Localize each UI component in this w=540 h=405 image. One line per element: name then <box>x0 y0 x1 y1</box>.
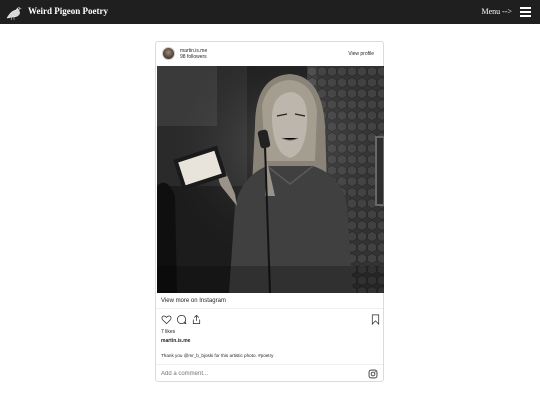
instagram-icon[interactable] <box>368 369 378 379</box>
site-title[interactable]: Weird Pigeon Poetry <box>28 6 108 16</box>
post-photo[interactable] <box>157 66 384 293</box>
view-profile-button[interactable]: View profile <box>348 51 374 57</box>
view-more-link[interactable]: View more on Instagram <box>161 298 226 304</box>
divider <box>156 364 383 365</box>
menu-label[interactable]: Menu --> <box>481 7 512 16</box>
hamburger-line <box>520 7 531 9</box>
share-icon[interactable] <box>191 314 202 325</box>
caption-text: Thank you @mr_b_bjoski for this artistic… <box>161 353 274 358</box>
comment-icon[interactable] <box>176 314 187 325</box>
divider <box>156 308 383 309</box>
follower-count: 98 followers <box>180 54 207 60</box>
hamburger-line <box>520 15 531 17</box>
comment-input[interactable] <box>161 370 311 379</box>
hamburger-line <box>520 11 531 13</box>
instagram-embed-card: martin.is.me 98 followers View profile V… <box>155 41 384 382</box>
caption-username[interactable]: martin.is.me <box>161 338 190 344</box>
avatar[interactable] <box>162 47 175 60</box>
pigeon-logo-icon[interactable] <box>4 2 24 22</box>
top-navigation-bar: Weird Pigeon Poetry Menu --> <box>0 0 540 24</box>
heart-icon[interactable] <box>161 314 172 325</box>
menu-hamburger-icon[interactable] <box>520 7 531 17</box>
bookmark-icon[interactable] <box>370 314 381 325</box>
post-header: martin.is.me 98 followers View profile <box>156 42 383 66</box>
like-count: 7 likes <box>161 329 176 335</box>
